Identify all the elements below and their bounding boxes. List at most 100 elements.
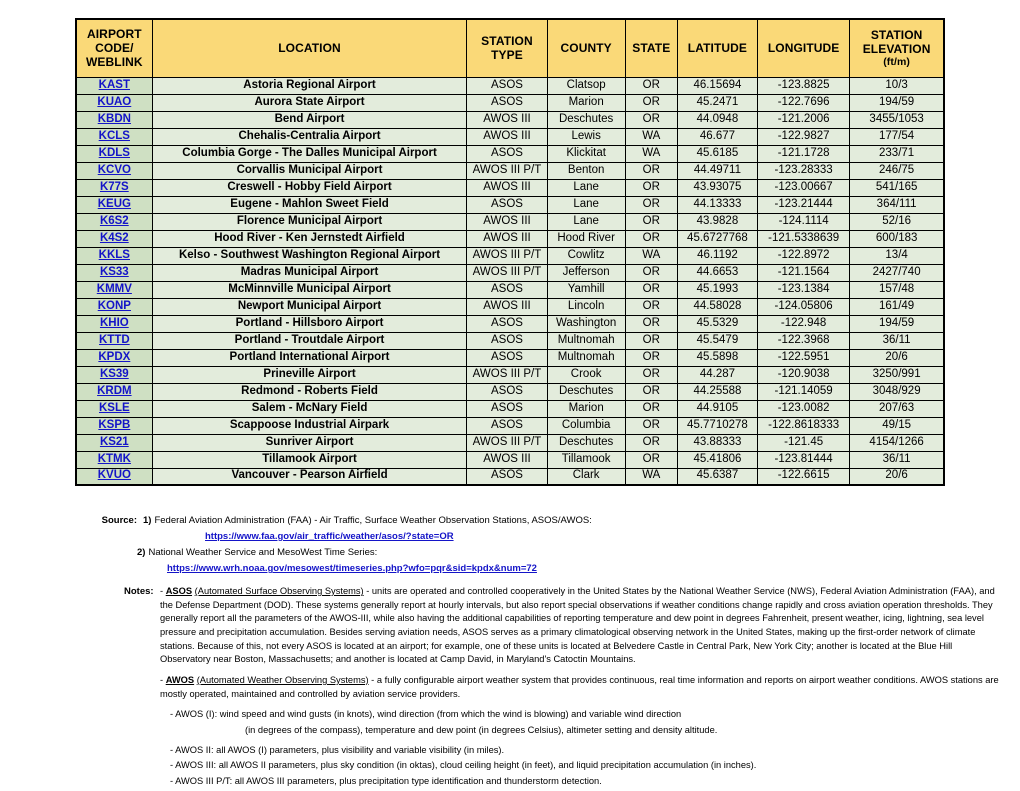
cell-airport-code[interactable]: KSPB [75,416,153,435]
cell-longitude: -121.45 [757,433,851,452]
cell-longitude: -124.1114 [757,212,851,231]
cell-location: Corvallis Municipal Airport [151,161,468,180]
column-header-station-type: STATION TYPE [466,18,548,78]
cell-state: OR [624,161,678,180]
cell-location: Tillamook Airport [151,450,468,469]
table-row: KS33 Madras Municipal Airport AWOS III P/T… [75,263,945,282]
cell-airport-code[interactable]: KRDM [75,382,153,401]
cell-station-type: ASOS [466,331,548,350]
table-row: KS21 Sunriver Airport AWOS III P/T Deschute… [75,433,945,452]
cell-state: WA [624,246,678,265]
cell-county: Marion [546,399,626,418]
cell-airport-code[interactable]: KTMK [75,450,153,469]
cell-airport-code[interactable]: KONP [75,297,153,316]
cell-station-elevation: 600/183 [849,229,945,248]
cell-airport-code[interactable]: K77S [75,178,153,197]
table-row: KKLS Kelso - Southwest Washington Regiona… [75,246,945,265]
cell-airport-code[interactable]: KCLS [75,127,153,146]
airport-weblink[interactable]: KCVO [98,164,131,176]
cell-airport-code[interactable]: KVUO [75,467,153,486]
airport-weblink[interactable]: KVUO [98,469,131,481]
note-asos-term: ASOS [165,586,193,596]
cell-airport-code[interactable]: KEUG [75,195,153,214]
cell-state: OR [624,195,678,214]
cell-airport-code[interactable]: KDLS [75,144,153,163]
airport-weblink[interactable]: K6S2 [100,215,129,227]
airport-weblink[interactable]: KKLS [99,249,130,261]
airport-weblink[interactable]: KHIO [100,317,129,329]
cell-station-type: ASOS [466,93,548,112]
cell-county: Lewis [546,127,626,146]
airport-weblink[interactable]: KRDM [97,385,132,397]
cell-county: Yamhill [546,280,626,299]
cell-airport-code[interactable]: KPDX [75,348,153,367]
cell-county: Crook [546,365,626,384]
cell-latitude: 45.6387 [676,467,759,486]
cell-station-elevation: 194/59 [849,93,945,112]
source-item-2-text: National Weather Service and MesoWest Ti… [148,547,378,559]
cell-airport-code[interactable]: K4S2 [75,229,153,248]
cell-state: OR [624,399,678,418]
airport-weblink[interactable]: K4S2 [100,232,129,244]
cell-latitude: 44.6653 [676,263,759,282]
cell-airport-code[interactable]: KHIO [75,314,153,333]
source-item-2-number: 2) [137,547,146,559]
cell-longitude: -121.14059 [757,382,851,401]
cell-airport-code[interactable]: KUAO [75,93,153,112]
noaa-mesowest-link[interactable]: https://www.wrh.noaa.gov/mesowest/timese… [167,563,537,574]
note-awos-1-continued: (in degrees of the compass), temperature… [245,724,718,735]
column-header-station-elevation: STATION ELEVATION (ft/m) [849,18,945,78]
cell-station-type: ASOS [466,467,548,486]
cell-airport-code[interactable]: K6S2 [75,212,153,231]
airport-weblink[interactable]: KAST [99,79,130,91]
airport-weblink[interactable]: KMMV [97,283,132,295]
header-line-1: STATION [870,27,923,42]
note-awos-2: - AWOS II: all AWOS (I) parameters, plus… [170,744,505,755]
cell-station-elevation: 233/71 [849,144,945,163]
cell-county: Deschutes [546,382,626,401]
cell-airport-code[interactable]: KBDN [75,110,153,129]
airport-weblink[interactable]: KONP [98,300,131,312]
cell-county: Tillamook [546,450,626,469]
cell-latitude: 45.5329 [676,314,759,333]
cell-location: Salem - McNary Field [151,399,468,418]
airport-weblink[interactable]: KEUG [98,198,131,210]
cell-airport-code[interactable]: KCVO [75,161,153,180]
airport-weblink[interactable]: KCLS [99,130,130,142]
airport-weblink[interactable]: KTMK [98,453,131,465]
column-header-longitude: LONGITUDE [757,18,851,78]
cell-state: OR [624,76,678,95]
airport-weblink[interactable]: KPDX [98,351,130,363]
airport-weblink[interactable]: KTTD [99,334,130,346]
airport-weblink[interactable]: KSPB [98,419,130,431]
airport-weblink[interactable]: KSLE [99,402,130,414]
airport-weblink[interactable]: KUAO [97,96,131,108]
cell-airport-code[interactable]: KKLS [75,246,153,265]
cell-airport-code[interactable]: KTTD [75,331,153,350]
note-asos-paragraph: - ASOS (Automated Surface Observing Syst… [160,585,1000,667]
cell-county: Deschutes [546,110,626,129]
cell-airport-code[interactable]: KMMV [75,280,153,299]
cell-airport-code[interactable]: KS33 [75,263,153,282]
airport-weblink[interactable]: KS33 [100,266,129,278]
stations-table-container: AIRPORT CODE/ WEBLINK LOCATION STATION T… [75,18,945,486]
cell-airport-code[interactable]: KS21 [75,433,153,452]
cell-station-elevation: 13/4 [849,246,945,265]
cell-station-type: AWOS III [466,110,548,129]
cell-airport-code[interactable]: KS39 [75,365,153,384]
cell-longitude: -122.948 [757,314,851,333]
cell-station-type: ASOS [466,348,548,367]
cell-latitude: 45.7710278 [676,416,759,435]
cell-location: Redmond - Roberts Field [151,382,468,401]
airport-weblink[interactable]: K77S [100,181,129,193]
cell-location: Bend Airport [151,110,468,129]
cell-airport-code[interactable]: KSLE [75,399,153,418]
airport-weblink[interactable]: KS39 [100,368,129,380]
airport-weblink[interactable]: KS21 [100,436,129,448]
airport-weblink[interactable]: KBDN [98,113,131,125]
cell-airport-code[interactable]: KAST [75,76,153,95]
cell-county: Multnomah [546,348,626,367]
cell-location: Florence Municipal Airport [151,212,468,231]
airport-weblink[interactable]: KDLS [99,147,130,159]
faa-asos-link[interactable]: https://www.faa.gov/air_traffic/weather/… [205,531,454,542]
